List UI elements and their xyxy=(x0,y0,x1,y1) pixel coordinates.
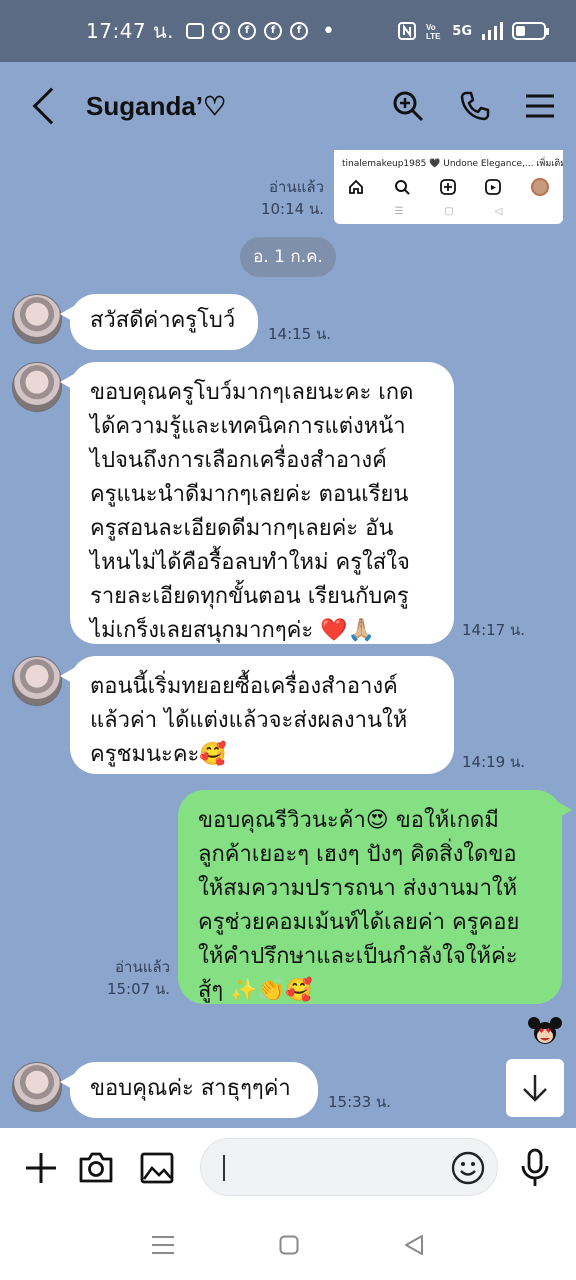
message-line: ขอบคุณรีวิวนะค้า😍 ขอให้เกดมี xyxy=(198,808,499,833)
message-line: ให้คำปรึกษาและเป็นกำลังใจให้ค่ะ xyxy=(198,944,518,969)
message-text: ขอบคุณค่ะ สาธุๆๆค่า xyxy=(90,1076,291,1101)
home-nav-icon: ▢ xyxy=(444,206,454,217)
date-separator: อ. 1 ก.ค. xyxy=(240,237,336,277)
message-line: ลูกค้าเยอะๆ เฮงๆ ปังๆ คิดสิ่งใดขอ xyxy=(198,842,517,867)
mickey-reaction-icon[interactable] xyxy=(528,1016,562,1046)
message-line: ครูชมนะคะ🥰 xyxy=(90,742,227,767)
message-line: ครูแนะนำดีมากๆเลยค่ะ ตอนเรียน xyxy=(90,482,409,507)
contact-avatar[interactable] xyxy=(12,656,62,706)
message-time: 14:19 น. xyxy=(462,753,526,771)
facebook-icon: f xyxy=(264,22,283,40)
message-line: สู้ๆ ✨👏🥰 xyxy=(198,978,313,1003)
message-line: ตอนนี้เริ่มทยอยซื้อเครื่องสำอางค์ xyxy=(90,674,398,699)
system-status-icons: Vo LTE 5G xyxy=(398,22,549,40)
contact-avatar[interactable] xyxy=(12,362,62,412)
incoming-message-bubble[interactable]: สวัสดีค่าครูโบว์ xyxy=(60,294,258,350)
shared-image-icons xyxy=(334,170,563,196)
message-time: 10:14 น. xyxy=(260,200,324,218)
contact-avatar[interactable] xyxy=(12,294,62,344)
message-line: ขอบคุณครูโบว์มากๆเลยนะคะ เกด xyxy=(90,380,414,405)
message-notification-icon xyxy=(186,23,205,39)
message-line: แล้วค่า ได้แต่งแล้วจะส่งผลงานให้ xyxy=(90,708,408,733)
read-status: อ่านแล้ว xyxy=(269,178,324,196)
svg-text:LTE: LTE xyxy=(426,32,441,40)
message-input-bar xyxy=(0,1128,576,1210)
battery-icon xyxy=(512,22,549,40)
menu-icon[interactable] xyxy=(526,93,554,119)
incoming-message-bubble[interactable]: ขอบคุณค่ะ สาธุๆๆค่า xyxy=(60,1062,318,1118)
camera-icon[interactable] xyxy=(78,1150,114,1184)
message-time: 15:33 น. xyxy=(328,1093,392,1111)
notification-icons: f f f f • xyxy=(186,19,335,44)
message-line: ครูช่วยคอมเม้นท์ได้เลยค่า ครูคอย xyxy=(198,910,520,935)
home-icon xyxy=(349,179,363,194)
message-line: ไม่เกร็งเลยสนุกมากๆค่ะ ❤️🙏🏼 xyxy=(90,618,375,643)
message-time: 15:07 น. xyxy=(106,980,170,998)
volte-icon: VoLTE xyxy=(426,23,441,40)
chat-messages-area[interactable]: tinalemakeup1985 🖤 Undone Elegance,... เ… xyxy=(0,150,576,1128)
message-text: สวัสดีค่าครูโบว์ xyxy=(90,308,236,333)
incoming-message-bubble[interactable]: ตอนนี้เริ่มทยอยซื้อเครื่องสำอางค์ แล้วค่… xyxy=(60,656,454,774)
system-navigation-bar xyxy=(0,1210,576,1280)
message-line: ครูสอนละเอียดดีมากๆเลยค่ะ อัน xyxy=(90,516,394,541)
recent-apps-icon[interactable] xyxy=(152,1235,175,1255)
microphone-icon[interactable] xyxy=(520,1148,550,1188)
search-icon[interactable] xyxy=(392,90,424,122)
facebook-icon: f xyxy=(212,22,231,40)
gallery-icon[interactable] xyxy=(140,1152,174,1184)
emoji-icon[interactable] xyxy=(451,1151,485,1185)
svg-text:Vo: Vo xyxy=(426,23,436,32)
message-time: 14:17 น. xyxy=(462,621,526,639)
network-type: 5G xyxy=(452,23,472,39)
menu-nav-icon: ☰ xyxy=(394,206,404,217)
header-actions xyxy=(392,90,554,122)
status-bar: 17:47 น. f f f f • Vo LTE 5G xyxy=(0,0,576,62)
back-button-icon[interactable] xyxy=(404,1235,424,1255)
text-cursor xyxy=(223,1155,225,1181)
reels-icon xyxy=(485,179,502,195)
scroll-to-bottom-button[interactable] xyxy=(506,1059,564,1117)
back-icon[interactable] xyxy=(32,87,70,125)
profile-avatar-icon xyxy=(531,178,549,196)
shared-image-caption: tinalemakeup1985 🖤 Undone Elegance,... เ… xyxy=(342,159,563,169)
chat-header: Suganda’♡ xyxy=(0,62,576,150)
message-line: ไปจนถึงการเลือกเครื่องสำอางค์ xyxy=(90,448,387,473)
nfc-icon xyxy=(398,22,417,40)
read-receipt-2: อ่านแล้ว 15:07 น. xyxy=(100,956,170,1000)
search-icon xyxy=(394,180,410,195)
status-time: 17:47 น. xyxy=(86,19,175,43)
message-line: รายละเอียดทุกขั้นตอน เรียนกับครู xyxy=(90,584,409,609)
add-post-icon xyxy=(439,179,456,195)
plus-icon[interactable] xyxy=(24,1151,58,1185)
chat-title: Suganda’♡ xyxy=(86,90,227,121)
message-line: ได้ความรู้และเทคนิคการแต่งหน้า xyxy=(90,414,406,439)
message-line: ไหนไม่ได้คือรื้อลบทำใหม่ ครูใส่ใจ xyxy=(90,550,410,575)
contact-avatar[interactable] xyxy=(12,1062,62,1112)
back-nav-icon: ◁ xyxy=(494,206,503,217)
facebook-icon: f xyxy=(238,22,257,40)
message-time: 14:15 น. xyxy=(268,325,332,343)
facebook-icon: f xyxy=(290,22,309,40)
message-input[interactable] xyxy=(200,1138,498,1196)
incoming-message-bubble[interactable]: ขอบคุณครูโบว์มากๆเลยนะคะ เกด ได้ความรู้แ… xyxy=(60,362,454,644)
outgoing-message-bubble[interactable]: ขอบคุณรีวิวนะค้า😍 ขอให้เกดมี ลูกค้าเยอะๆ… xyxy=(178,790,572,1004)
home-button-icon[interactable] xyxy=(279,1235,299,1255)
message-line: ให้สมความปรารถนา ส่งงานมาให้ xyxy=(198,876,518,901)
arrow-down-icon xyxy=(523,1075,547,1102)
more-notifications-dot-icon: • xyxy=(322,18,336,44)
read-status: อ่านแล้ว xyxy=(115,958,170,976)
read-receipt-1: อ่านแล้ว 10:14 น. xyxy=(250,176,324,220)
signal-icon xyxy=(482,22,503,40)
shared-image-message[interactable]: tinalemakeup1985 🖤 Undone Elegance,... เ… xyxy=(334,150,563,224)
phone-call-icon[interactable] xyxy=(460,91,490,121)
shared-image-nav: ☰ ▢ ◁ xyxy=(334,196,563,217)
